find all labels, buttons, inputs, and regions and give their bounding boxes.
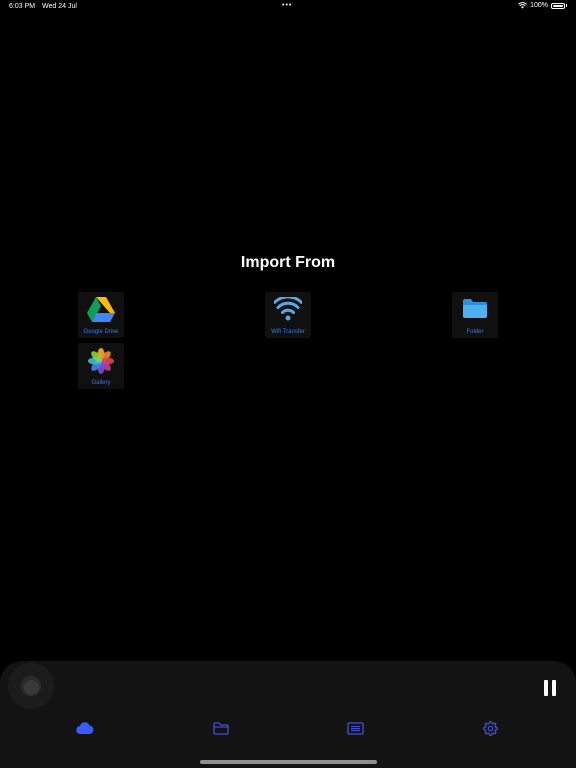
pause-bar [544, 680, 548, 696]
status-bar: 6:03 PM Wed 24 Jul ••• 100% [0, 0, 576, 14]
nav-folder-button[interactable] [212, 719, 230, 737]
gallery-icon [88, 348, 114, 374]
wifi-status-icon [518, 2, 527, 9]
bottom-panel [0, 661, 576, 768]
status-time: 6:03 PM [9, 3, 36, 10]
import-wifi-transfer-button[interactable]: Wifi Transfer [265, 292, 311, 338]
wifi-icon [274, 297, 302, 321]
page-title: Import From [240, 254, 336, 271]
nav-settings-button[interactable] [481, 719, 499, 737]
document-list-icon [346, 721, 364, 735]
cloud-icon [76, 722, 94, 734]
tile-label: Folder [466, 329, 484, 335]
gear-icon [482, 720, 498, 736]
battery-tip [566, 4, 567, 7]
status-date: Wed 24 Jul [42, 3, 77, 10]
battery-percent: 100% [530, 2, 548, 9]
multitasking-dots[interactable]: ••• [282, 2, 292, 9]
pause-bar [552, 680, 556, 696]
import-google-drive-button[interactable]: Google Drive [78, 292, 124, 338]
folder-icon [463, 299, 487, 318]
tile-label: Gallery [91, 380, 111, 386]
status-right: 100% [518, 2, 567, 9]
battery-icon [551, 2, 565, 9]
home-indicator[interactable] [200, 760, 377, 764]
nav-documents-button[interactable] [346, 719, 364, 737]
import-gallery-button[interactable]: Gallery [78, 343, 124, 389]
tile-label: Google Drive [83, 329, 119, 335]
tile-label: Wifi Transfer [271, 329, 305, 335]
joystick-knob[interactable] [24, 680, 39, 695]
nav-cloud-button[interactable] [76, 719, 94, 737]
google-drive-icon [87, 297, 115, 322]
folder-icon [213, 721, 229, 735]
pause-icon[interactable] [543, 680, 557, 696]
import-folder-button[interactable]: Folder [452, 292, 498, 338]
